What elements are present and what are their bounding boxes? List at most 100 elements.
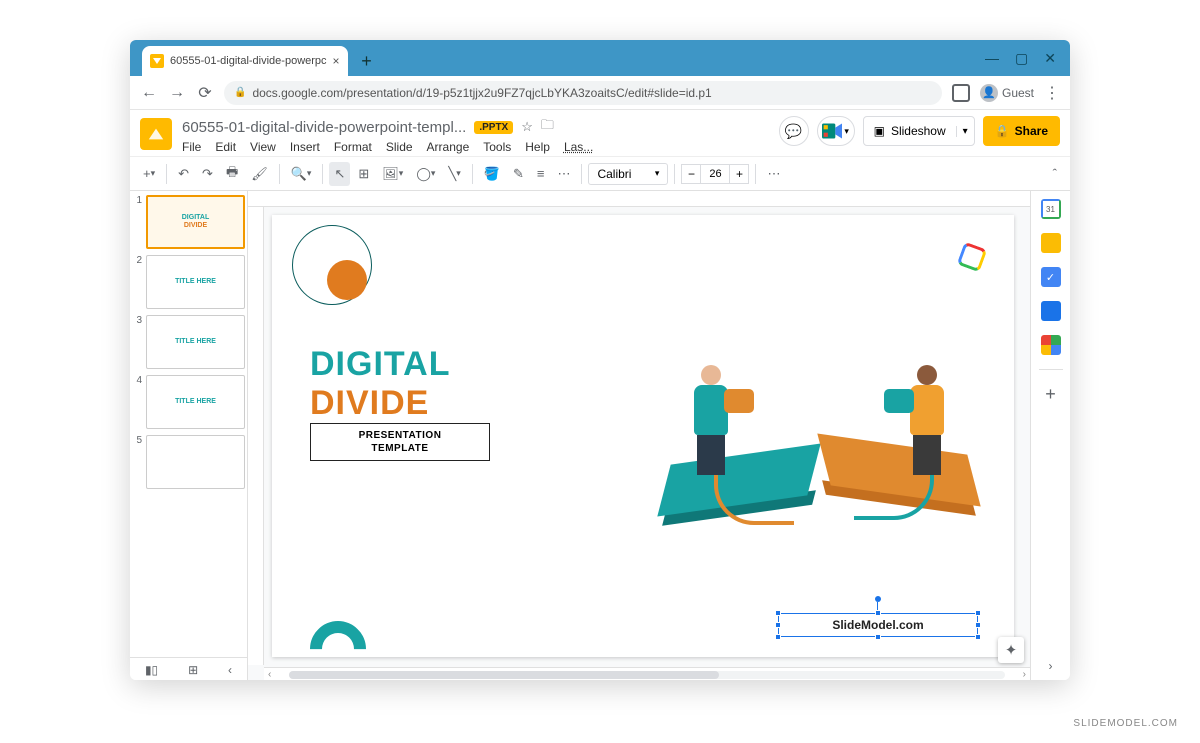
slides-logo-icon[interactable] xyxy=(140,118,172,150)
subtitle-line-1: PRESENTATION xyxy=(316,429,484,442)
meet-button[interactable]: ▾ xyxy=(817,116,855,146)
resize-handle[interactable] xyxy=(975,610,981,616)
tab-close-icon[interactable]: × xyxy=(333,54,340,68)
url-field[interactable]: 🔒 docs.google.com/presentation/d/19-p5z1… xyxy=(224,81,942,105)
window-minimize-icon[interactable]: — xyxy=(985,50,999,66)
font-select[interactable]: Calibri▾ xyxy=(588,163,668,185)
font-size-increase[interactable]: + xyxy=(729,164,749,184)
shape-tool[interactable]: ◯▾ xyxy=(411,162,440,186)
canvas-area: DIGITAL DIVIDE PRESENTATION TEMPLATE xyxy=(248,191,1030,680)
slideshow-button[interactable]: ▣Slideshow ▾ xyxy=(863,116,975,146)
border-dash-button[interactable]: ⋯ xyxy=(552,162,575,186)
share-button[interactable]: 🔒 Share xyxy=(983,116,1060,146)
menu-tools[interactable]: Tools xyxy=(483,140,511,154)
doc-title[interactable]: 60555-01-digital-divide-powerpoint-templ… xyxy=(182,119,466,136)
collapse-toolbar-button[interactable]: ˆ xyxy=(1048,162,1062,185)
menu-format[interactable]: Format xyxy=(334,140,372,154)
slide-thumbnail-2[interactable]: 2 TITLE HERE xyxy=(132,255,245,309)
zoom-button[interactable]: 🔍▾ xyxy=(286,162,317,186)
new-slide-button[interactable]: +▾ xyxy=(138,162,160,185)
decoration-squircle xyxy=(957,242,988,273)
menu-file[interactable]: File xyxy=(182,140,201,154)
calendar-app-icon[interactable] xyxy=(1041,199,1061,219)
add-addon-button[interactable]: + xyxy=(1045,384,1056,405)
line-tool[interactable]: ╲▾ xyxy=(443,162,465,186)
comments-button[interactable]: 💬 xyxy=(779,116,809,146)
tasks-app-icon[interactable] xyxy=(1041,267,1061,287)
resize-handle[interactable] xyxy=(975,634,981,640)
nav-reload-icon[interactable]: ⟳ xyxy=(196,83,214,103)
scroll-thumb[interactable] xyxy=(289,671,718,679)
maps-app-icon[interactable] xyxy=(1041,335,1061,355)
window-close-icon[interactable]: ✕ xyxy=(1044,50,1056,67)
slide-thumbnail-4[interactable]: 4 TITLE HERE xyxy=(132,375,245,429)
ruler-horizontal xyxy=(248,191,1030,207)
profile-button[interactable]: 👤 Guest xyxy=(980,84,1034,102)
resize-handle[interactable] xyxy=(875,634,881,640)
browser-tab[interactable]: 60555-01-digital-divide-powerpc × xyxy=(142,46,348,76)
keep-app-icon[interactable] xyxy=(1041,233,1061,253)
textbox-tool[interactable]: ⊞ xyxy=(353,162,374,186)
print-button[interactable]: 🖶 xyxy=(221,159,243,189)
menu-insert[interactable]: Insert xyxy=(290,140,320,154)
illustration[interactable] xyxy=(644,285,984,535)
contacts-app-icon[interactable] xyxy=(1041,301,1061,321)
move-icon[interactable]: 🗀 xyxy=(541,116,554,138)
menu-slide[interactable]: Slide xyxy=(386,140,413,154)
scroll-left-icon[interactable]: ‹ xyxy=(264,669,275,680)
select-tool[interactable]: ↖ xyxy=(329,162,350,186)
extensions-icon[interactable] xyxy=(952,84,970,102)
collapse-filmstrip-icon[interactable]: ‹ xyxy=(228,663,232,677)
new-tab-button[interactable]: + xyxy=(354,48,380,74)
menubar: File Edit View Insert Format Slide Arran… xyxy=(182,140,769,154)
browser-urlbar: ← → ⟳ 🔒 docs.google.com/presentation/d/1… xyxy=(130,76,1070,110)
lock-icon: 🔒 xyxy=(995,124,1010,138)
star-icon[interactable]: ☆ xyxy=(521,119,533,135)
menu-arrange[interactable]: Arrange xyxy=(427,140,470,154)
slide-subtitle[interactable]: PRESENTATION TEMPLATE xyxy=(310,423,490,461)
share-label: Share xyxy=(1015,124,1048,138)
border-color-button[interactable]: ✎ xyxy=(508,162,529,186)
selected-textbox[interactable]: SlideModel.com xyxy=(778,613,978,637)
person-right xyxy=(910,365,944,475)
slide-thumbnail-3[interactable]: 3 TITLE HERE xyxy=(132,315,245,369)
paint-format-button[interactable]: 🖌 xyxy=(246,162,273,186)
resize-handle[interactable] xyxy=(875,610,881,616)
menu-help[interactable]: Help xyxy=(525,140,550,154)
hide-sidepanel-icon[interactable]: › xyxy=(1049,659,1053,673)
nav-forward-icon[interactable]: → xyxy=(168,84,186,102)
slide-title[interactable]: DIGITAL DIVIDE xyxy=(310,345,450,423)
fill-color-button[interactable]: 🪣 xyxy=(479,162,505,186)
resize-handle[interactable] xyxy=(775,634,781,640)
slideshow-dropdown-icon[interactable]: ▾ xyxy=(956,126,974,137)
border-weight-button[interactable]: ≡ xyxy=(532,162,550,185)
slide-canvas[interactable]: DIGITAL DIVIDE PRESENTATION TEMPLATE xyxy=(272,215,1014,657)
last-edit[interactable]: Las... xyxy=(564,140,593,154)
nav-back-icon[interactable]: ← xyxy=(140,84,158,102)
grid-view-icon[interactable]: ⊞ xyxy=(188,663,198,677)
font-size-decrease[interactable]: − xyxy=(681,164,701,184)
menu-edit[interactable]: Edit xyxy=(215,140,236,154)
slide-thumbnail-1[interactable]: 1 DIGITALDIVIDE xyxy=(132,195,245,249)
scrollbar-horizontal[interactable]: ‹ › xyxy=(264,667,1030,680)
separator xyxy=(472,164,473,184)
redo-button[interactable]: ↷ xyxy=(197,162,218,186)
image-tool[interactable]: 🖼▾ xyxy=(377,162,408,186)
resize-handle[interactable] xyxy=(775,610,781,616)
rotate-handle[interactable] xyxy=(875,596,881,602)
resize-handle[interactable] xyxy=(975,622,981,628)
separator xyxy=(755,164,756,184)
window-maximize-icon[interactable]: ▢ xyxy=(1015,50,1028,67)
ruler-vertical xyxy=(248,207,264,665)
menu-view[interactable]: View xyxy=(250,140,276,154)
browser-menu-icon[interactable]: ⋮ xyxy=(1044,83,1060,103)
explore-button[interactable]: ✦ xyxy=(998,637,1024,663)
scroll-right-icon[interactable]: › xyxy=(1019,669,1030,680)
filmstrip-view-icon[interactable]: ▮▯ xyxy=(145,663,158,677)
undo-button[interactable]: ↶ xyxy=(173,162,194,186)
more-tools-button[interactable]: ⋯ xyxy=(762,162,785,186)
slide-thumbnail-5[interactable]: 5 xyxy=(132,435,245,489)
resize-handle[interactable] xyxy=(775,622,781,628)
font-size-value[interactable]: 26 xyxy=(701,164,729,184)
filmstrip: 1 DIGITALDIVIDE 2 TITLE HERE 3 TITLE HER… xyxy=(130,191,248,680)
